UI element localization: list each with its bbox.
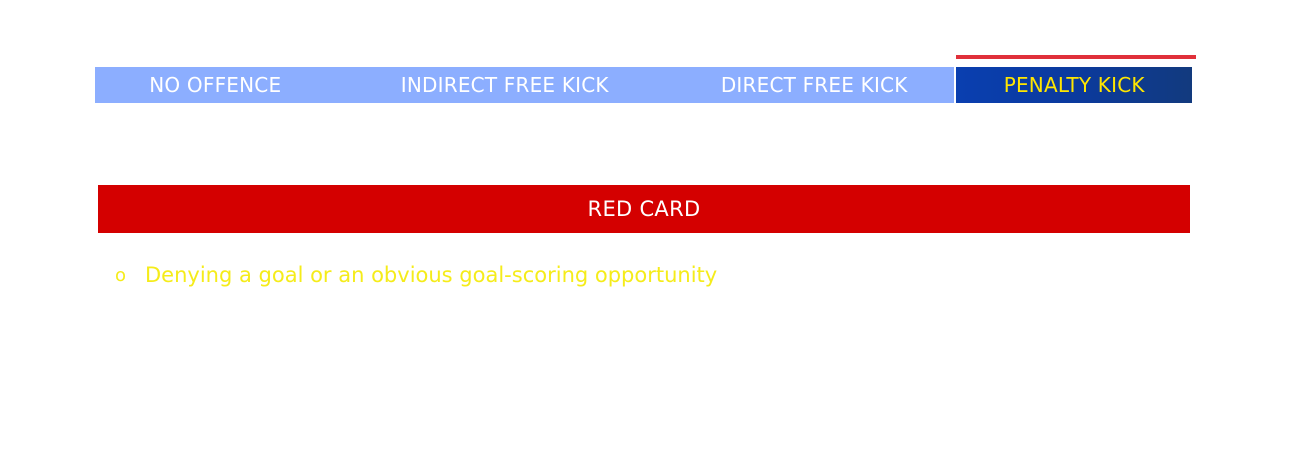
red-card-header: RED CARD	[98, 185, 1190, 233]
offence-list: o Denying a goal or an obvious goal-scor…	[115, 258, 717, 292]
active-tab-indicator	[956, 55, 1196, 59]
tab-direct-free-kick[interactable]: DIRECT FREE KICK	[673, 67, 955, 103]
list-item-text: Denying a goal or an obvious goal-scorin…	[145, 263, 718, 287]
decision-tabs: NO OFFENCE INDIRECT FREE KICK DIRECT FRE…	[95, 67, 1192, 103]
tab-penalty-kick[interactable]: PENALTY KICK	[956, 67, 1192, 103]
bullet-marker: o	[115, 264, 127, 286]
tab-indirect-free-kick[interactable]: INDIRECT FREE KICK	[335, 67, 674, 103]
list-item: o Denying a goal or an obvious goal-scor…	[115, 258, 717, 292]
red-card-title: RED CARD	[587, 197, 701, 221]
tab-no-offence[interactable]: NO OFFENCE	[95, 67, 336, 103]
